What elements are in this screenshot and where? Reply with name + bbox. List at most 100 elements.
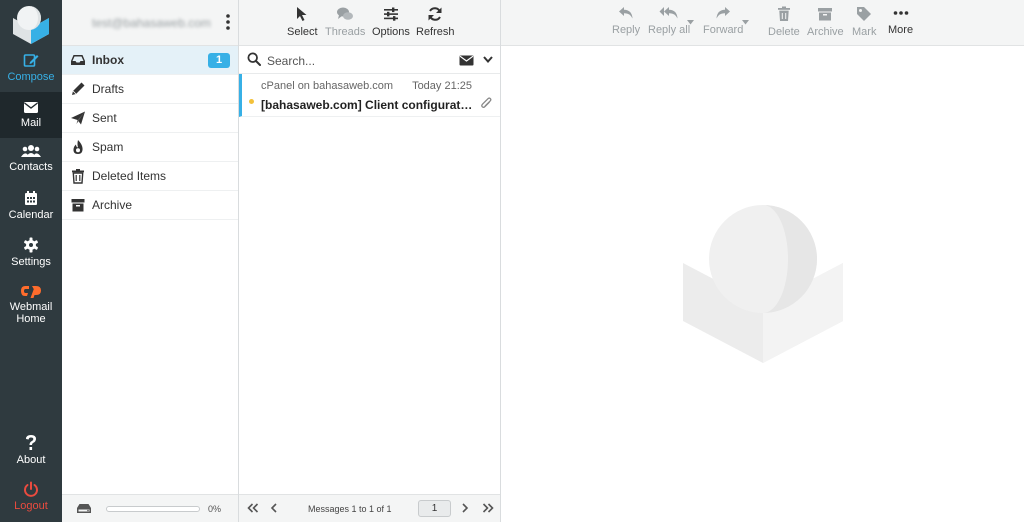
fire-icon (73, 140, 83, 154)
folder-spam[interactable]: Spam (62, 133, 238, 162)
paperclip-icon (481, 97, 492, 108)
more-dots-icon (893, 11, 908, 15)
folder-deleted-items[interactable]: Deleted Items (62, 162, 238, 191)
more-label: More (888, 24, 914, 36)
nav-compose[interactable]: Compose (0, 52, 62, 92)
delete-button[interactable]: Delete (768, 6, 800, 38)
unread-badge: 1 (208, 53, 230, 68)
threads-icon (337, 7, 354, 20)
question-icon (26, 435, 36, 450)
envelope-icon (24, 102, 38, 113)
calendar-icon (25, 191, 37, 205)
kebab-menu-icon[interactable] (225, 13, 231, 31)
options-label: Options (372, 26, 410, 38)
search-icon (247, 52, 261, 66)
forward-icon (716, 7, 731, 19)
nav-webmail-label: Webmail Home (9, 301, 53, 325)
flag-dot-icon[interactable] (249, 99, 254, 104)
tag-icon (857, 7, 872, 21)
nav-rail: Compose Mail Contacts Calendar Settings … (0, 0, 62, 522)
folder-inbox[interactable]: Inbox 1 (62, 46, 238, 75)
list-pager: Messages 1 to 1 of 1 1 (239, 494, 500, 522)
list-toolbar: Select Threads Options Refresh (239, 0, 500, 46)
threads-button[interactable]: Threads (325, 6, 365, 38)
forward-label: Forward (703, 24, 744, 36)
message-date: Today 21:25 (412, 80, 472, 92)
message-list-panel: Select Threads Options Refresh Search...… (239, 0, 501, 522)
nav-mail[interactable]: Mail (0, 92, 62, 138)
refresh-label: Refresh (416, 26, 455, 38)
folder-panel: test@bahasaweb.com Inbox 1 Drafts Sent S… (62, 0, 239, 522)
cursor-icon (297, 7, 307, 21)
sliders-icon (383, 7, 398, 21)
nav-settings-label: Settings (11, 256, 51, 268)
folder-label: Deleted Items (92, 169, 167, 183)
folder-label: Archive (92, 198, 133, 212)
nav-logout[interactable]: Logout (0, 481, 62, 521)
folder-label: Inbox (92, 53, 124, 67)
mark-label: Mark (852, 26, 877, 38)
archive-icon (71, 199, 85, 212)
previous-page-icon[interactable] (270, 503, 278, 513)
account-header: test@bahasaweb.com (62, 0, 238, 46)
more-button[interactable]: More (888, 6, 913, 36)
message-row[interactable]: cPanel on bahasaweb.com Today 21:25 [bah… (239, 74, 500, 117)
refresh-button[interactable]: Refresh (416, 6, 455, 38)
cpanel-icon (21, 286, 41, 298)
archive-button[interactable]: Archive (807, 6, 844, 38)
nav-webmail-home[interactable]: Webmail Home (0, 284, 62, 334)
hard-drive-icon (77, 504, 91, 513)
first-page-icon[interactable] (247, 503, 259, 513)
nav-about[interactable]: About (0, 434, 62, 474)
reply-all-dropdown-icon[interactable] (687, 20, 694, 25)
next-page-icon[interactable] (461, 503, 469, 513)
account-email: test@bahasaweb.com (92, 16, 211, 30)
nav-settings[interactable]: Settings (0, 237, 62, 277)
select-button[interactable]: Select (287, 6, 318, 38)
compose-icon (23, 54, 39, 67)
webmail-app: Compose Mail Contacts Calendar Settings … (0, 0, 1024, 522)
nav-contacts[interactable]: Contacts (0, 144, 62, 184)
options-button[interactable]: Options (372, 6, 410, 38)
reply-button[interactable]: Reply (612, 6, 640, 36)
quota-percent: 0% (208, 503, 222, 514)
trash-icon (777, 6, 790, 21)
pencil-icon (72, 82, 85, 95)
gear-icon (24, 237, 38, 253)
message-sender: cPanel on bahasaweb.com (261, 80, 394, 92)
reading-pane: Reply Reply all Forward Delete Archive M… (501, 0, 1024, 522)
search-bar[interactable]: Search... (239, 46, 500, 74)
contacts-icon (21, 145, 41, 157)
nav-mail-label: Mail (20, 117, 42, 129)
reply-all-button[interactable]: Reply all (648, 6, 690, 36)
pager-info: Messages 1 to 1 of 1 (308, 504, 392, 514)
reply-icon (619, 7, 633, 19)
power-icon (24, 481, 38, 497)
threads-label: Threads (325, 26, 366, 38)
folder-sent[interactable]: Sent (62, 104, 238, 133)
page-number-input[interactable]: 1 (418, 500, 451, 517)
folder-archive[interactable]: Archive (62, 191, 238, 220)
search-input[interactable]: Search... (267, 54, 315, 68)
nav-about-label: About (16, 454, 46, 466)
roundcube-logo (13, 6, 49, 44)
folder-label: Sent (92, 111, 117, 125)
roundcube-watermark-logo (683, 205, 843, 363)
envelope-filter-icon[interactable] (459, 55, 474, 66)
folder-drafts[interactable]: Drafts (62, 75, 238, 104)
reply-label: Reply (612, 24, 641, 36)
message-toolbar: Reply Reply all Forward Delete Archive M… (501, 0, 1024, 46)
paper-plane-icon (71, 111, 85, 125)
quota-progress (106, 505, 200, 512)
mark-button[interactable]: Mark (852, 6, 876, 38)
last-page-icon[interactable] (482, 503, 494, 513)
nav-calendar[interactable]: Calendar (0, 190, 62, 230)
chevron-down-icon[interactable] (483, 56, 493, 63)
folder-label: Drafts (92, 82, 125, 96)
forward-button[interactable]: Forward (703, 6, 743, 36)
select-label: Select (287, 26, 318, 38)
trash-icon (72, 169, 84, 184)
forward-dropdown-icon[interactable] (742, 20, 749, 25)
inbox-icon (71, 55, 85, 65)
message-subject: [bahasaweb.com] Client configuration set… (261, 98, 473, 112)
